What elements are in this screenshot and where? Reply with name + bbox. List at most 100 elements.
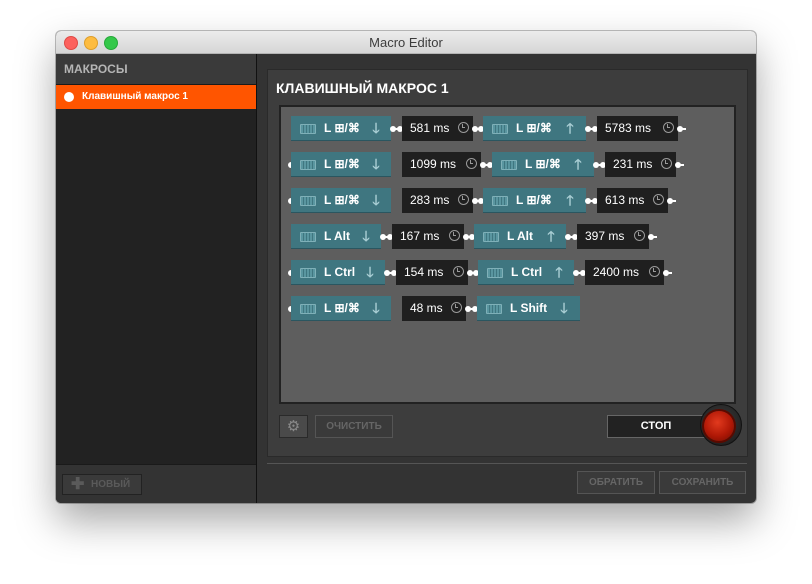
key-label: L ⊞/⌘	[525, 157, 561, 171]
clock-icon	[634, 230, 645, 241]
keyboard-icon	[487, 268, 503, 278]
key-up-arrow-icon: 🡑	[566, 192, 574, 208]
keyboard-icon	[300, 196, 316, 206]
connector-line	[670, 200, 676, 202]
keyboard-icon	[300, 232, 316, 242]
delay-value: 48 ms	[410, 301, 443, 315]
delay-block[interactable]: 231 ms	[605, 152, 676, 177]
keyboard-icon	[492, 124, 508, 134]
key-event-block[interactable]: L ⊞/⌘ 🡓	[291, 296, 391, 321]
delay-value: 613 ms	[605, 193, 645, 207]
sidebar-item-macro-1[interactable]: Клавишный макрос 1	[56, 85, 256, 109]
key-event-block[interactable]: L ⊞/⌘ 🡓	[291, 188, 391, 213]
new-macro-button[interactable]: ✚ НОВЫЙ	[62, 474, 142, 495]
clock-icon	[466, 158, 477, 169]
keyboard-icon	[486, 304, 502, 314]
key-up-arrow-icon: 🡑	[547, 228, 555, 244]
key-label: L Shift	[510, 301, 548, 315]
key-label: L ⊞/⌘	[516, 121, 552, 135]
stop-button[interactable]: СТОП	[607, 415, 705, 438]
delay-value: 2400 ms	[593, 265, 640, 279]
key-label: L ⊞/⌘	[324, 301, 360, 315]
key-label: L ⊞/⌘	[516, 193, 552, 207]
keyboard-icon	[300, 160, 316, 170]
delay-block[interactable]: 613 ms	[597, 188, 668, 213]
window-title: Macro Editor	[369, 35, 443, 50]
connector-line	[678, 164, 684, 166]
connector-line	[680, 128, 686, 130]
key-up-arrow-icon: 🡑	[574, 156, 582, 172]
delay-value: 154 ms	[404, 265, 444, 279]
delay-block[interactable]: 167 ms	[392, 224, 464, 249]
delay-value: 397 ms	[585, 229, 625, 243]
key-label: L Alt	[507, 229, 533, 243]
clock-icon	[451, 302, 462, 313]
keyboard-icon	[300, 304, 316, 314]
delay-value: 581 ms	[410, 121, 450, 135]
delay-block[interactable]: 48 ms	[402, 296, 466, 321]
sidebar: МАКРОСЫ Клавишный макрос 1 ✚ НОВЫЙ	[56, 54, 257, 503]
key-event-block[interactable]: L ⊞/⌘ 🡓	[291, 116, 391, 141]
keyboard-icon	[300, 124, 316, 134]
key-down-arrow-icon: 🡓	[362, 228, 370, 244]
connector-line	[651, 236, 657, 238]
clock-icon	[458, 122, 469, 133]
footer-divider	[267, 463, 747, 464]
delay-value: 283 ms	[410, 193, 450, 207]
plus-icon: ✚	[71, 476, 85, 493]
record-button[interactable]	[704, 411, 734, 441]
delay-block[interactable]: 154 ms	[396, 260, 468, 285]
clock-icon	[649, 266, 660, 277]
key-event-block[interactable]: L Alt 🡑	[474, 224, 566, 249]
key-event-block[interactable]: L Alt 🡓	[291, 224, 381, 249]
delay-value: 1099 ms	[410, 157, 457, 171]
gear-icon: ⚙	[286, 418, 301, 435]
settings-button[interactable]: ⚙	[279, 415, 308, 438]
sidebar-header: МАКРОСЫ	[56, 54, 256, 85]
clock-icon	[661, 158, 672, 169]
macro-title: КЛАВИШНЫЙ МАКРОС 1	[276, 80, 449, 96]
new-macro-label: НОВЫЙ	[91, 479, 131, 490]
key-label: L ⊞/⌘	[324, 157, 360, 171]
delay-block[interactable]: 2400 ms	[585, 260, 664, 285]
macro-sequence-canvas[interactable]: L ⊞/⌘ 🡓 581 ms L ⊞/⌘ 🡑 5783 ms L ⊞/⌘ 🡓 1…	[279, 105, 736, 404]
key-event-block[interactable]: L Shift 🡓	[477, 296, 580, 321]
key-label: L Alt	[324, 229, 350, 243]
key-down-arrow-icon: 🡓	[372, 300, 380, 316]
delay-block[interactable]: 5783 ms	[597, 116, 678, 141]
clock-icon	[663, 122, 674, 133]
key-event-block[interactable]: L ⊞/⌘ 🡑	[483, 188, 586, 213]
clock-icon	[458, 194, 469, 205]
key-up-arrow-icon: 🡑	[555, 264, 563, 280]
key-event-block[interactable]: L ⊞/⌘ 🡑	[483, 116, 586, 141]
key-event-block[interactable]: L ⊞/⌘ 🡑	[492, 152, 594, 177]
key-event-block[interactable]: L ⊞/⌘ 🡓	[291, 152, 391, 177]
key-down-arrow-icon: 🡓	[366, 264, 374, 280]
connector-line	[666, 272, 672, 274]
clock-icon	[653, 194, 664, 205]
revert-button[interactable]: ОБРАТИТЬ	[577, 471, 655, 494]
clear-button[interactable]: ОЧИСТИТЬ	[315, 415, 393, 438]
keyboard-icon	[501, 160, 517, 170]
key-down-arrow-icon: 🡓	[372, 120, 380, 136]
keyboard-icon	[483, 232, 499, 242]
save-button[interactable]: СОХРАНИТЬ	[659, 471, 746, 494]
delay-block[interactable]: 1099 ms	[402, 152, 481, 177]
key-label: L Ctrl	[324, 265, 356, 279]
keyboard-icon	[300, 268, 316, 278]
key-event-block[interactable]: L Ctrl 🡓	[291, 260, 385, 285]
key-label: L ⊞/⌘	[324, 193, 360, 207]
delay-value: 231 ms	[613, 157, 653, 171]
key-down-arrow-icon: 🡓	[372, 192, 380, 208]
sidebar-footer: ✚ НОВЫЙ	[56, 464, 256, 503]
macro-editor-window: Macro Editor МАКРОСЫ Клавишный макрос 1 …	[56, 31, 756, 503]
delay-block[interactable]: 283 ms	[402, 188, 473, 213]
key-event-block[interactable]: L Ctrl 🡑	[478, 260, 574, 285]
key-down-arrow-icon: 🡓	[372, 156, 380, 172]
delay-block[interactable]: 397 ms	[577, 224, 649, 249]
key-up-arrow-icon: 🡑	[566, 120, 574, 136]
delay-value: 5783 ms	[605, 121, 652, 135]
keyboard-icon	[492, 196, 508, 206]
delay-block[interactable]: 581 ms	[402, 116, 473, 141]
title-bar: Macro Editor	[56, 31, 756, 54]
